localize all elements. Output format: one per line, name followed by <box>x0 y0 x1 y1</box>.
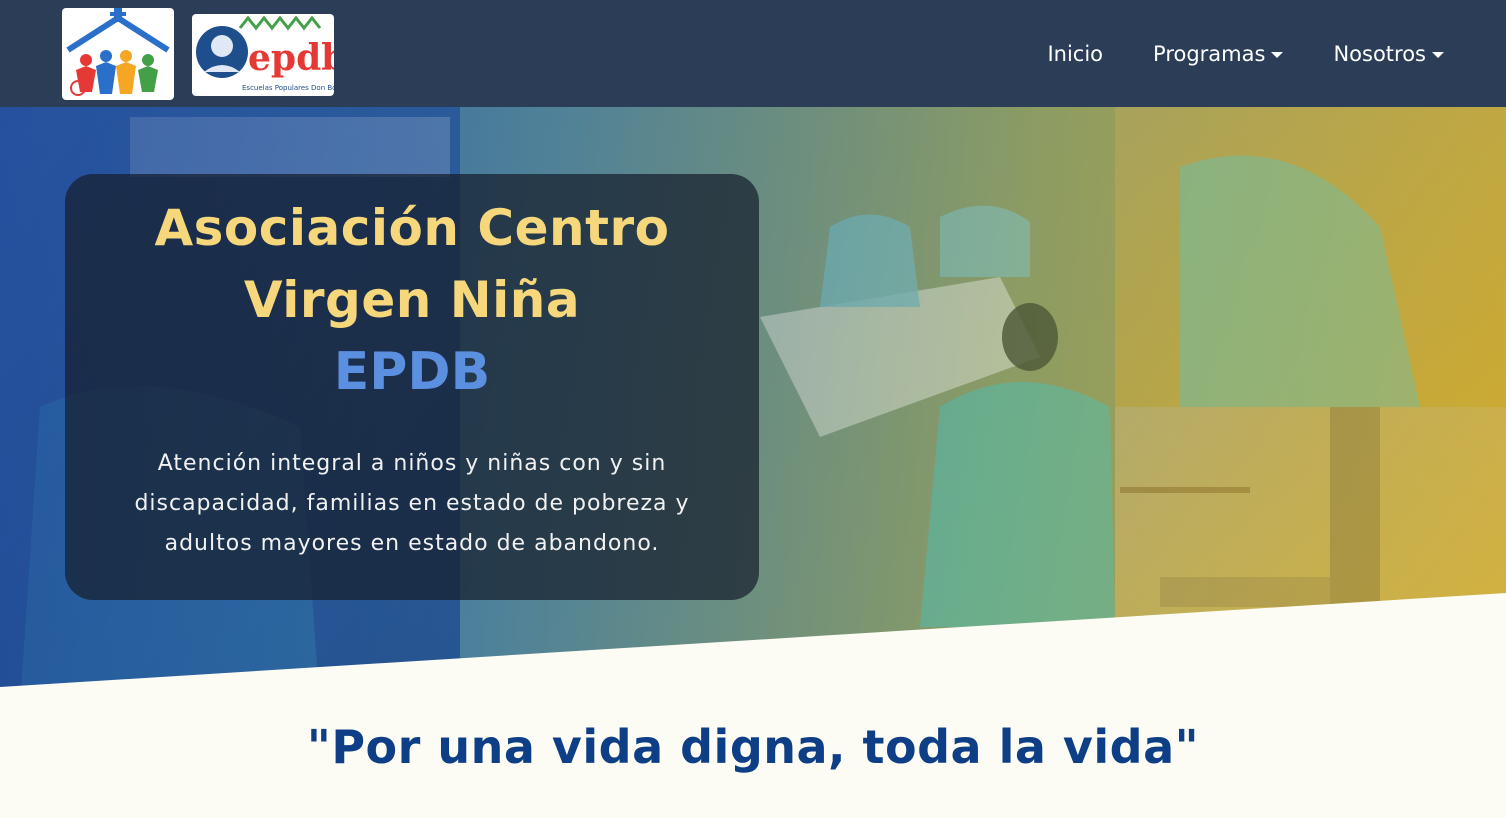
centro-virgen-nina-logo[interactable] <box>62 8 174 100</box>
nav-item-nosotros[interactable]: Nosotros <box>1333 42 1444 66</box>
main-nav: Inicio Programas Nosotros <box>1047 0 1444 107</box>
motto-section: "Por una vida digna, toda la vida" <box>0 720 1506 774</box>
svg-text:Escuelas Populares Don Bosco: Escuelas Populares Don Bosco <box>242 84 334 92</box>
caret-down-icon <box>1271 51 1284 58</box>
navbar: epdb Escuelas Populares Don Bosco Inicio… <box>0 0 1506 107</box>
nav-item-inicio[interactable]: Inicio <box>1047 42 1103 66</box>
motto-heading: "Por una vida digna, toda la vida" <box>306 720 1200 774</box>
nav-item-label: Nosotros <box>1333 41 1426 66</box>
hero-section: Asociación Centro Virgen Niña EPDB Atenc… <box>0 107 1506 707</box>
nav-item-label: Inicio <box>1047 41 1104 66</box>
nav-item-programas[interactable]: Programas <box>1153 41 1284 66</box>
caret-down-icon <box>1432 51 1444 58</box>
nav-item-label: Programas <box>1153 41 1266 66</box>
hero-bottom-slant <box>0 593 1506 707</box>
svg-text:epdb: epdb <box>248 37 334 79</box>
epdb-logo[interactable]: epdb Escuelas Populares Don Bosco <box>192 14 334 96</box>
